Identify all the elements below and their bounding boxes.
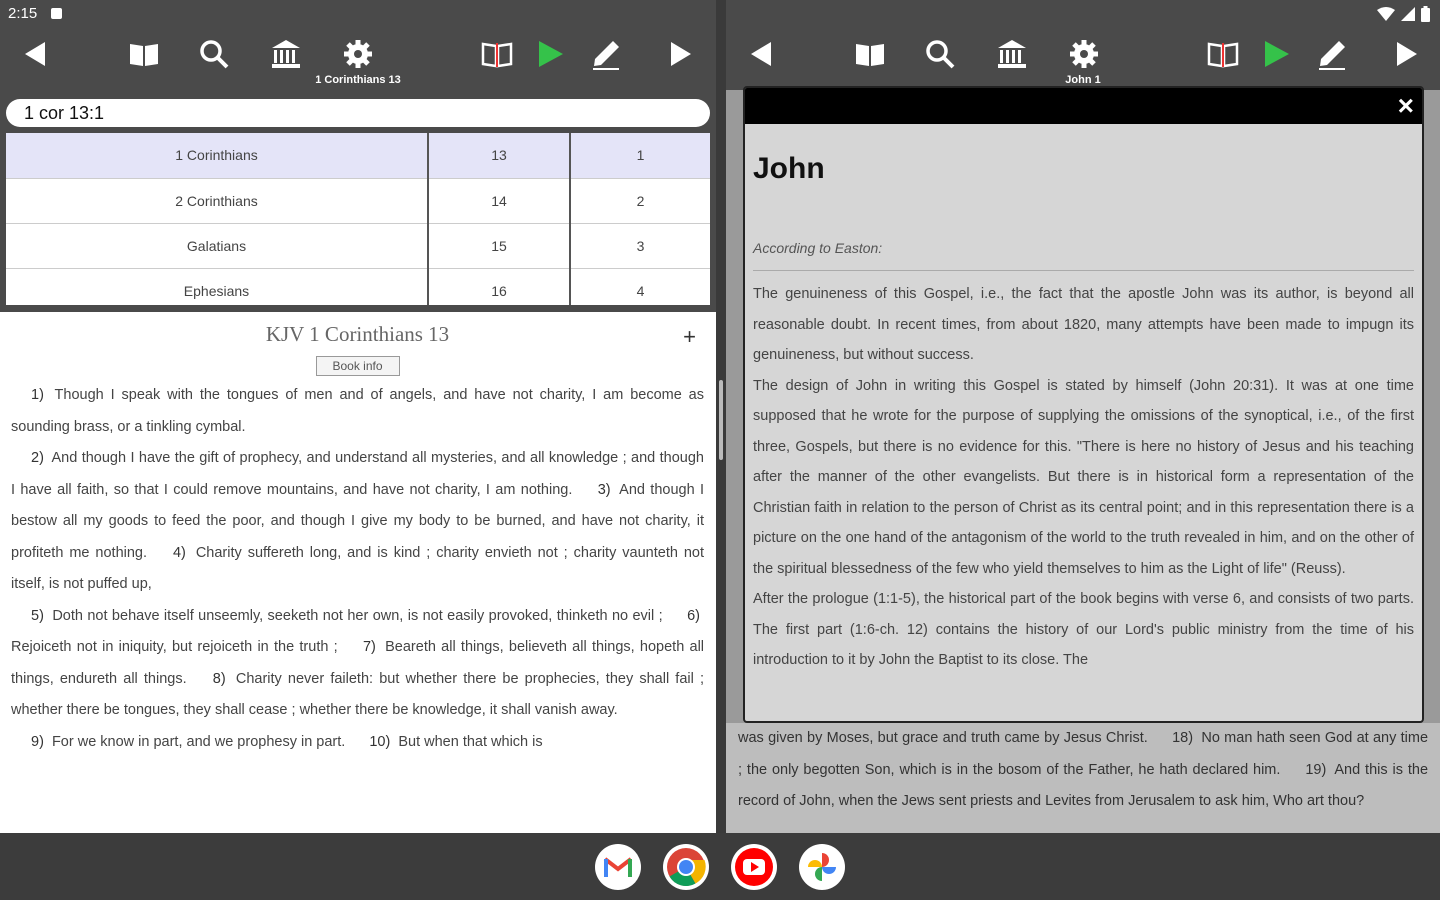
verse-text: Doth not behave itself unseemly, seeketh… xyxy=(52,607,663,624)
popup-body[interactable]: The genuineness of this Gospel, i.e., th… xyxy=(745,271,1422,676)
picker-chapter[interactable]: 14 xyxy=(428,178,571,224)
youtube-icon[interactable] xyxy=(731,843,777,890)
chrome-icon[interactable] xyxy=(663,843,709,890)
gear-icon[interactable] xyxy=(338,34,378,74)
forward-arrow-icon[interactable] xyxy=(1386,34,1426,74)
back-arrow-icon[interactable] xyxy=(16,34,56,74)
verse-number[interactable]: 6) xyxy=(687,608,700,624)
dictionary-popup: × John According to Easton: The genuinen… xyxy=(743,86,1424,723)
divider-handle[interactable] xyxy=(719,380,723,460)
picker-chapter[interactable]: 13 xyxy=(428,133,571,179)
picker-verse[interactable]: 1 xyxy=(570,133,710,179)
library-icon[interactable] xyxy=(992,34,1032,74)
left-toolbar: 1 Corinthians 13 xyxy=(0,28,716,90)
library-icon[interactable] xyxy=(266,34,306,74)
search-icon[interactable] xyxy=(920,34,960,74)
verse-number[interactable]: 7) xyxy=(363,639,376,655)
play-icon[interactable] xyxy=(530,34,570,74)
parallel-book-icon[interactable] xyxy=(477,34,517,74)
verse-text: But when that which is xyxy=(398,733,543,750)
picker-book[interactable]: Ephesians xyxy=(6,268,429,305)
gear-icon[interactable] xyxy=(1064,34,1104,74)
popup-header: × xyxy=(745,88,1422,124)
picker-row[interactable]: Galatians 15 3 xyxy=(6,223,710,269)
picker-verse[interactable]: 4 xyxy=(570,268,710,305)
status-icons xyxy=(1377,6,1430,22)
toolbar-title: 1 Corinthians 13 xyxy=(315,74,401,86)
picker-row[interactable]: Ephesians 16 4 xyxy=(6,268,710,305)
verse-number: 18) xyxy=(1172,730,1194,746)
picker-chapter[interactable]: 15 xyxy=(428,223,571,269)
verse-text: Rejoiceth not in iniquity, but rejoiceth… xyxy=(11,639,338,655)
close-icon[interactable]: × xyxy=(1398,90,1414,122)
app-dock xyxy=(0,833,1440,900)
right-toolbar: John 1 xyxy=(726,28,1440,90)
verse-text: was given by Moses, but grace and truth … xyxy=(738,730,1148,746)
bible-reader[interactable]: KJV 1 Corinthians 13 + Book info 1) Thou… xyxy=(0,312,716,833)
picker-book[interactable]: Galatians xyxy=(6,223,429,269)
verse-text: Though I speak with the tongues of men a… xyxy=(11,387,704,435)
add-icon[interactable]: + xyxy=(683,324,696,350)
toolbar-title: John 1 xyxy=(1065,74,1101,86)
book-icon[interactable] xyxy=(850,34,890,74)
status-bar: 2:15 xyxy=(0,0,1440,28)
back-arrow-icon[interactable] xyxy=(742,34,782,74)
verse-number[interactable]: 3) xyxy=(598,482,611,498)
picker-chapter[interactable]: 16 xyxy=(428,268,571,305)
split-divider[interactable] xyxy=(716,0,726,833)
verse-number: 19) xyxy=(1305,761,1327,778)
popup-paragraph: The design of John in writing this Gospe… xyxy=(753,377,1414,577)
picker-verse[interactable]: 3 xyxy=(570,223,710,269)
verse-number[interactable]: 9) xyxy=(31,734,44,750)
photos-icon[interactable] xyxy=(799,843,845,890)
verse-number[interactable]: 2) xyxy=(31,450,44,466)
parallel-book-icon[interactable] xyxy=(1203,34,1243,74)
notification-icon xyxy=(51,8,62,19)
verse-number[interactable]: 4) xyxy=(173,545,186,561)
underlying-verses: was given by Moses, but grace and truth … xyxy=(726,723,1440,833)
pen-icon[interactable] xyxy=(1312,34,1352,74)
verses-text: 1) Though I speak with the tongues of me… xyxy=(11,380,704,758)
popup-source: According to Easton: xyxy=(753,240,1414,271)
clock: 2:15 xyxy=(8,5,38,22)
wifi-icon xyxy=(1377,7,1395,21)
picker-row[interactable]: 1 Corinthians 13 1 xyxy=(6,133,710,179)
picker-verse[interactable]: 2 xyxy=(570,178,710,224)
verse-number[interactable]: 10) xyxy=(369,734,390,750)
reference-input[interactable]: 1 cor 13:1 xyxy=(6,99,710,127)
signal-icon xyxy=(1401,7,1415,21)
gmail-icon[interactable] xyxy=(595,843,641,890)
book-info-button[interactable]: Book info xyxy=(315,356,400,376)
chapter-title: KJV 1 Corinthians 13 xyxy=(265,322,450,346)
popup-title: John xyxy=(753,152,825,185)
picker-row[interactable]: 2 Corinthians 14 2 xyxy=(6,178,710,224)
popup-paragraph: After the prologue (1:1-5), the historic… xyxy=(753,591,1414,668)
left-pane: 1 Corinthians 13 1 cor 13:1 1 Corinthian… xyxy=(0,0,716,833)
book-icon[interactable] xyxy=(124,34,164,74)
play-icon[interactable] xyxy=(1256,34,1296,74)
picker-book[interactable]: 2 Corinthians xyxy=(6,178,429,224)
verse-text: For we know in part, and we prophesy in … xyxy=(51,733,346,750)
verse-number[interactable]: 5) xyxy=(31,608,44,624)
book-chapter-verse-picker[interactable]: 1 Corinthians 13 1 2 Corinthians 14 2 Ga… xyxy=(6,133,710,305)
battery-icon xyxy=(1421,6,1430,22)
popup-paragraph: The genuineness of this Gospel, i.e., th… xyxy=(753,286,1414,363)
forward-arrow-icon[interactable] xyxy=(660,34,700,74)
pen-icon[interactable] xyxy=(586,34,626,74)
picker-book[interactable]: 1 Corinthians xyxy=(6,133,429,179)
verse-number[interactable]: 8) xyxy=(213,671,226,687)
search-icon[interactable] xyxy=(194,34,234,74)
verse-number[interactable]: 1) xyxy=(31,387,44,403)
